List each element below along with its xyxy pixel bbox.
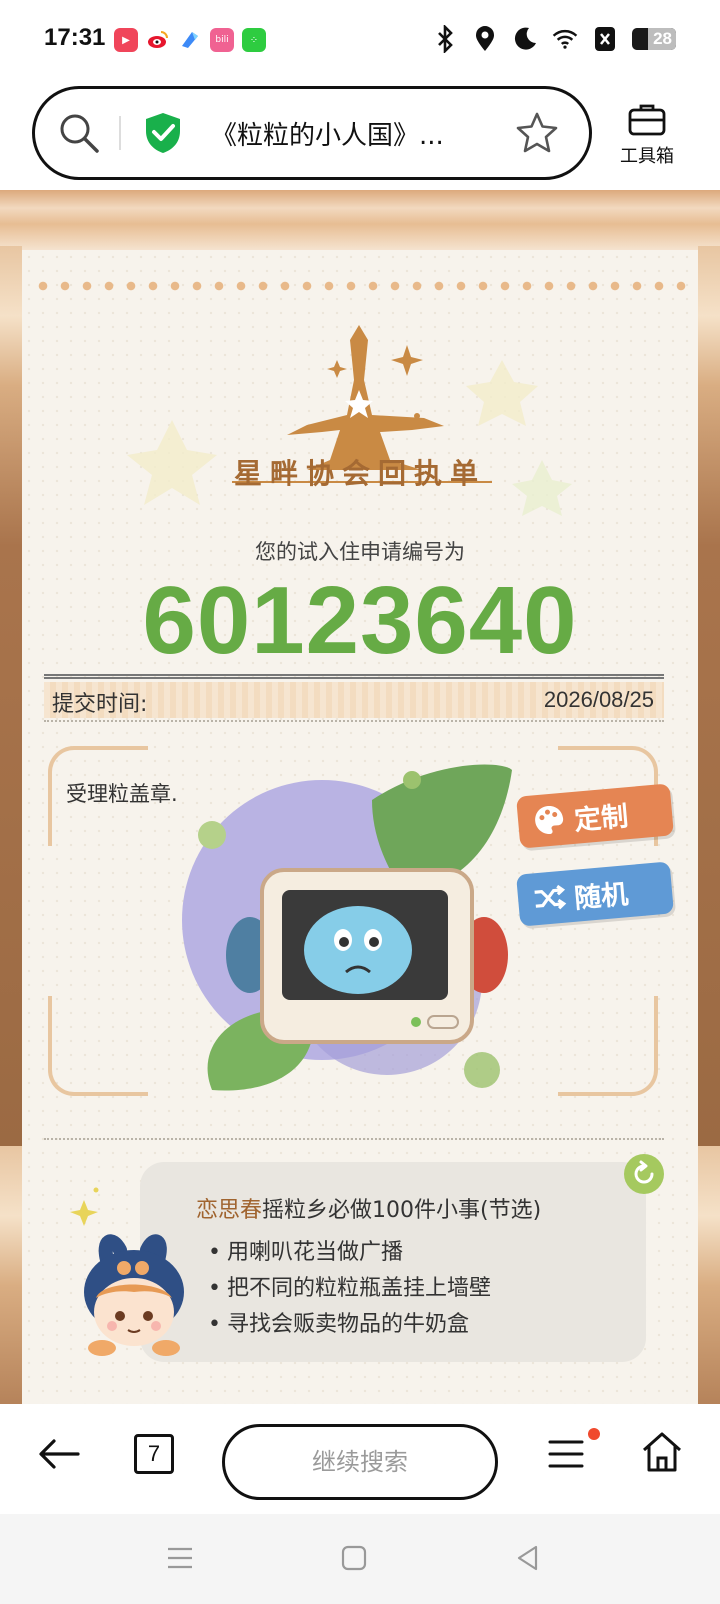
submit-time-label: 提交时间: [52, 692, 148, 717]
video-app-icon: ▶ [114, 28, 138, 52]
custom-button-label: 定制 [572, 800, 630, 837]
dotted-divider [44, 720, 664, 722]
browser-app-icon [178, 28, 202, 52]
refresh-icon [634, 1160, 654, 1184]
bluetooth-icon [432, 24, 458, 54]
sim-card-icon [592, 24, 618, 54]
weibo-icon [146, 28, 170, 52]
list-item: 用喇叭花当做广播 [224, 1234, 491, 1270]
url-field[interactable]: 《粒粒的小人国》... [32, 86, 592, 180]
search-icon[interactable] [57, 111, 101, 155]
random-button-label: 随机 [572, 878, 630, 915]
application-number: 60123640 [142, 567, 578, 674]
back-arrow-icon[interactable] [36, 1430, 84, 1478]
page-title-text[interactable]: 《粒粒的小人国》... [211, 115, 481, 152]
bilibili-icon: bili [210, 28, 234, 52]
toolbox-icon [628, 104, 666, 136]
receipt-paper: 星畔协会回执单 您的试入住申请编号为 60123640 提交时间: 2026/0… [22, 250, 698, 1404]
refresh-button[interactable] [624, 1154, 664, 1194]
tips-heading: 恋思春摇粒乡必做100件小事(节选) [196, 1192, 541, 1224]
battery-level: 28 [653, 29, 672, 48]
home-nav-icon[interactable] [338, 1542, 370, 1574]
continue-search-button[interactable]: 继续搜索 [222, 1424, 498, 1500]
submit-time-row: 提交时间: 2026/08/25 [44, 682, 664, 718]
web-content: 星畔协会回执单 您的试入住申请编号为 60123640 提交时间: 2026/0… [0, 190, 720, 1404]
green-app-icon: ⁘ [242, 28, 266, 52]
tips-list: 用喇叭花当做广播 把不同的粒粒瓶盖挂上墙壁 寻找会贩卖物品的牛奶盒 [224, 1234, 491, 1342]
stamp-label: 受理粒盖章. [66, 782, 178, 806]
submit-time-value: 2026/08/25 [543, 687, 654, 712]
bunny-girl-mascot-icon [70, 1187, 184, 1356]
status-bar: 17:31 ▶ bili ⁘ 28 [0, 0, 720, 82]
browser-bottom-bar: 7 继续搜索 [0, 1404, 720, 1514]
wood-frame-right [698, 246, 720, 1404]
secure-shield-icon[interactable] [143, 111, 183, 155]
shuffle-icon [534, 884, 567, 910]
browser-address-bar: 《粒粒的小人国》... 工具箱 [0, 82, 720, 190]
logo-title: 星畔协会回执单 [233, 457, 486, 490]
tabs-button[interactable]: 7 [134, 1434, 174, 1474]
location-icon [472, 24, 498, 54]
dotted-divider-lower [44, 1138, 664, 1140]
list-item: 寻找会贩卖物品的牛奶盒 [224, 1306, 491, 1342]
tips-card: 恋思春摇粒乡必做100件小事(节选) 用喇叭花当做广播 把不同的粒粒瓶盖挂上墙壁… [140, 1162, 646, 1362]
status-time: 17:31 [44, 24, 106, 51]
do-not-disturb-moon-icon [512, 24, 538, 54]
tv-mascot-illustration[interactable] [172, 740, 552, 1110]
tips-author: 恋思春 [196, 1198, 263, 1223]
bookmark-star-icon[interactable] [515, 111, 559, 155]
system-navigation-bar [0, 1514, 720, 1604]
decorative-dots [32, 280, 688, 292]
menu-icon[interactable] [546, 1434, 586, 1474]
toolbox-label: 工具箱 [620, 146, 674, 167]
list-item: 把不同的粒粒瓶盖挂上墙壁 [224, 1270, 491, 1306]
notification-dot [588, 1428, 600, 1440]
toolbox-button[interactable]: 工具箱 [612, 102, 682, 168]
recent-apps-icon[interactable] [164, 1542, 196, 1574]
tips-title: 摇粒乡必做100件小事(节选) [262, 1198, 542, 1223]
wood-frame-left [0, 246, 22, 1404]
home-icon[interactable] [640, 1430, 684, 1474]
notification-app-icons: ▶ bili ⁘ [114, 28, 266, 52]
wifi-icon [552, 24, 578, 54]
double-divider [44, 674, 664, 679]
application-number-label: 您的试入住申请编号为 [255, 540, 465, 564]
back-nav-icon[interactable] [512, 1542, 544, 1574]
battery-icon: 28 [632, 28, 676, 50]
palette-icon [535, 806, 564, 834]
divider [119, 116, 121, 150]
